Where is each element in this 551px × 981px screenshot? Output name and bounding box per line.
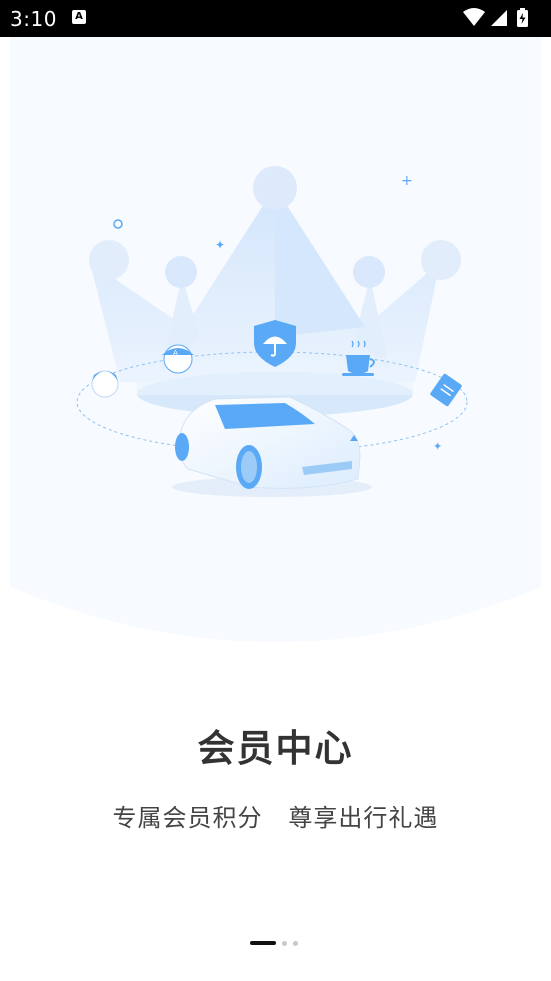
sparkle-plus: +	[401, 173, 413, 189]
svg-text:A: A	[173, 349, 178, 357]
sparkle-star: ✦	[433, 440, 442, 453]
a-letter-icon: A	[72, 10, 86, 24]
hero-illustration: ✦ + ✦ A	[10, 37, 541, 644]
battery-charging-icon	[517, 8, 528, 27]
page-title: 会员中心	[197, 727, 354, 770]
sparkle-star: ✦	[215, 238, 225, 252]
page-dot-active[interactable]	[250, 941, 276, 945]
wifi-icon	[463, 8, 485, 26]
status-bar: 3:10 A	[0, 0, 551, 37]
page-dot[interactable]	[293, 940, 298, 946]
page-indicator	[250, 940, 298, 946]
vip-crown-car-illustration: ✦ + ✦ A	[10, 37, 541, 642]
page-dot[interactable]	[282, 940, 287, 946]
signal-icon	[491, 10, 507, 26]
status-icons	[461, 7, 541, 29]
page-subtitle: 专属会员积分 尊享出行礼遇	[112, 804, 439, 832]
status-time: 3:10	[10, 7, 57, 31]
woman-avatar-icon	[91, 370, 119, 398]
